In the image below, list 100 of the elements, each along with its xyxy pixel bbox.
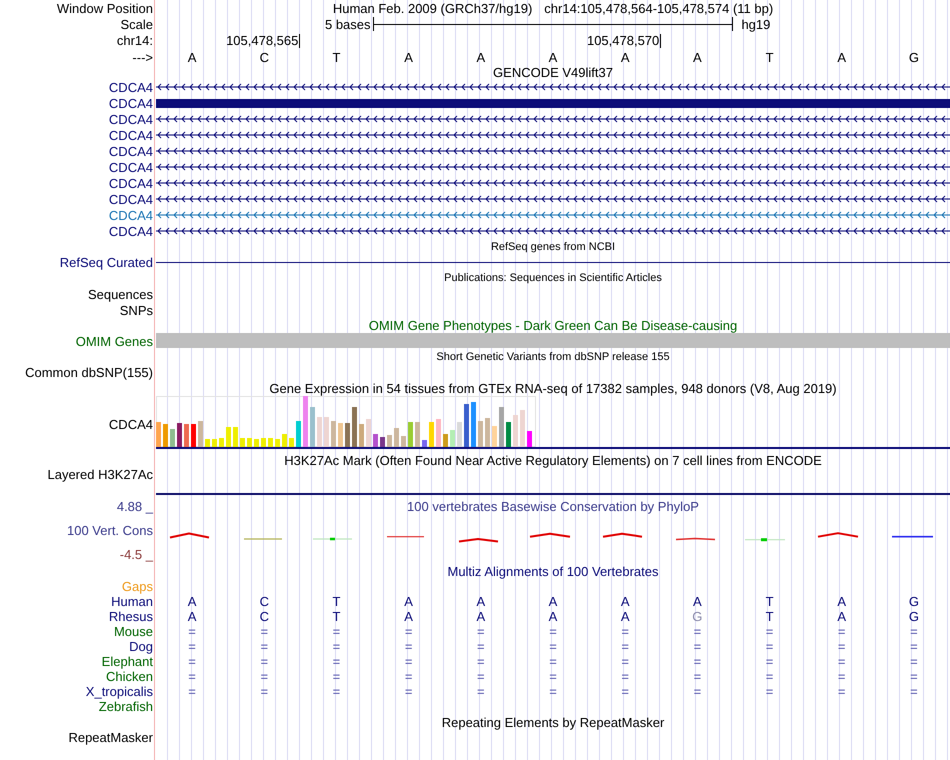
track-title: 100 vertebrates Basewise Conservation by PhyloP: [407, 499, 699, 514]
base-letter: A: [837, 50, 846, 64]
track-title: Multiz Alignments of 100 Vertebrates: [447, 564, 658, 579]
base-letter: A: [548, 50, 558, 64]
alignment-base: =: [188, 654, 196, 669]
alignment-base: =: [549, 684, 557, 699]
alignment-base: =: [766, 669, 774, 684]
assembly-label: hg19: [741, 16, 770, 32]
base-letter: G: [908, 50, 919, 64]
gene-label: CDCA4: [108, 112, 153, 126]
alignment-base: =: [549, 654, 557, 669]
alignment-base: =: [404, 639, 412, 654]
expression-bar: [366, 419, 371, 447]
alignment-base: =: [621, 669, 629, 684]
expression-bar: [177, 423, 182, 447]
expression-bar: [436, 419, 441, 447]
alignment-base: T: [766, 594, 774, 609]
alignment-base: =: [910, 624, 918, 639]
track-title: GENCODE V49lift37: [493, 65, 613, 80]
expression-bar: [317, 417, 322, 447]
track-label: OMIM Genes: [76, 334, 153, 348]
ruler-tick: [299, 34, 300, 48]
track-title: OMIM Gene Phenotypes - Dark Green Can Be Disease-causing: [368, 318, 738, 333]
expression-bar: [205, 439, 210, 447]
expression-bar: [254, 439, 259, 447]
ruler-position: 105,478,570: [586, 33, 660, 48]
gene-label: CDCA4: [108, 128, 153, 142]
expression-bar: [191, 424, 196, 447]
scale-text: 5 bases: [324, 16, 371, 32]
track-label: Layered H3K27Ac: [47, 467, 153, 482]
expression-bar: [415, 422, 420, 447]
expression-bar: [198, 421, 203, 447]
expression-bar: [352, 407, 357, 447]
expression-bar: [170, 429, 175, 447]
expression-bar: [156, 422, 161, 447]
track-label: Common dbSNP(155): [25, 365, 153, 380]
track-title: RefSeq genes from NCBI: [490, 240, 616, 254]
alignment-base: =: [477, 624, 485, 639]
expression-bar: [513, 415, 518, 447]
gene-label: CDCA4: [108, 224, 153, 238]
alignment-base: =: [477, 684, 485, 699]
alignment-base: =: [188, 684, 196, 699]
alignment-base: =: [838, 684, 846, 699]
species-label: Chicken: [106, 669, 153, 684]
alignment-base: =: [549, 669, 557, 684]
expression-bar: [240, 438, 245, 447]
alignment-base: A: [620, 609, 630, 624]
expression-bar: [345, 423, 350, 447]
expression-bar: [338, 423, 343, 447]
alignment-base: =: [621, 624, 629, 639]
expression-bar: [457, 422, 462, 447]
alignment-base: A: [404, 609, 413, 624]
conservation-peak: [818, 532, 858, 538]
track-title: Publications: Sequences in Scientific Articles: [444, 272, 662, 284]
expression-bar: [373, 434, 378, 447]
expression-bar: [471, 402, 476, 447]
expression-bar: [303, 396, 308, 447]
expression-bar: [429, 422, 434, 447]
alignment-base: A: [476, 609, 486, 624]
alignment-base: =: [260, 624, 268, 639]
alignment-base: =: [260, 654, 268, 669]
alignment-base: =: [766, 684, 774, 699]
track-label: Gaps: [122, 579, 153, 594]
expression-bar: [359, 424, 364, 447]
alignment-base: =: [188, 624, 196, 639]
alignment-base: =: [838, 654, 846, 669]
position-title: chr14:105,478,564-105,478,574 (11 bp): [544, 0, 774, 16]
track-label: RefSeq Curated: [60, 255, 153, 270]
gene-label: CDCA4: [108, 144, 153, 158]
alignment-base: =: [332, 654, 340, 669]
alignment-base: A: [188, 609, 196, 624]
alignment-base: A: [188, 594, 196, 609]
conservation-peak: [170, 532, 210, 538]
expression-bar: [184, 424, 189, 447]
alignment-base: A: [837, 609, 846, 624]
track-title: Short Genetic Variants from dbSNP release 155: [436, 350, 670, 364]
expression-bar: [296, 421, 301, 447]
axis-min-label: -4.5 _: [120, 547, 153, 562]
alignment-base: =: [838, 669, 846, 684]
base-letter: A: [693, 50, 702, 64]
track-label: Scale: [120, 16, 153, 32]
alignment-base: =: [332, 684, 340, 699]
expression-bar: [212, 439, 217, 447]
conservation-line: [244, 538, 282, 540]
alignment-base: G: [908, 594, 919, 609]
base-letter: A: [188, 50, 196, 64]
alignment-base: =: [766, 624, 774, 639]
track-title: H3K27Ac Mark (Often Found Near Active Regulatory Elements) on 7 cell lines from ENCODE: [284, 453, 822, 468]
expression-bar: [408, 422, 413, 447]
expression-bar: [310, 407, 315, 447]
species-label: Zebrafish: [98, 699, 153, 714]
alignment-base: T: [766, 609, 774, 624]
expression-bar: [289, 438, 294, 447]
alignment-base: =: [621, 639, 629, 654]
alignment-base: =: [694, 624, 702, 639]
alignment-base: =: [910, 684, 918, 699]
conservation-peak: [458, 538, 498, 542]
track-label: Sequences: [88, 286, 153, 302]
alignment-base: =: [404, 684, 412, 699]
track-label: 100 Vert. Cons: [67, 523, 153, 538]
